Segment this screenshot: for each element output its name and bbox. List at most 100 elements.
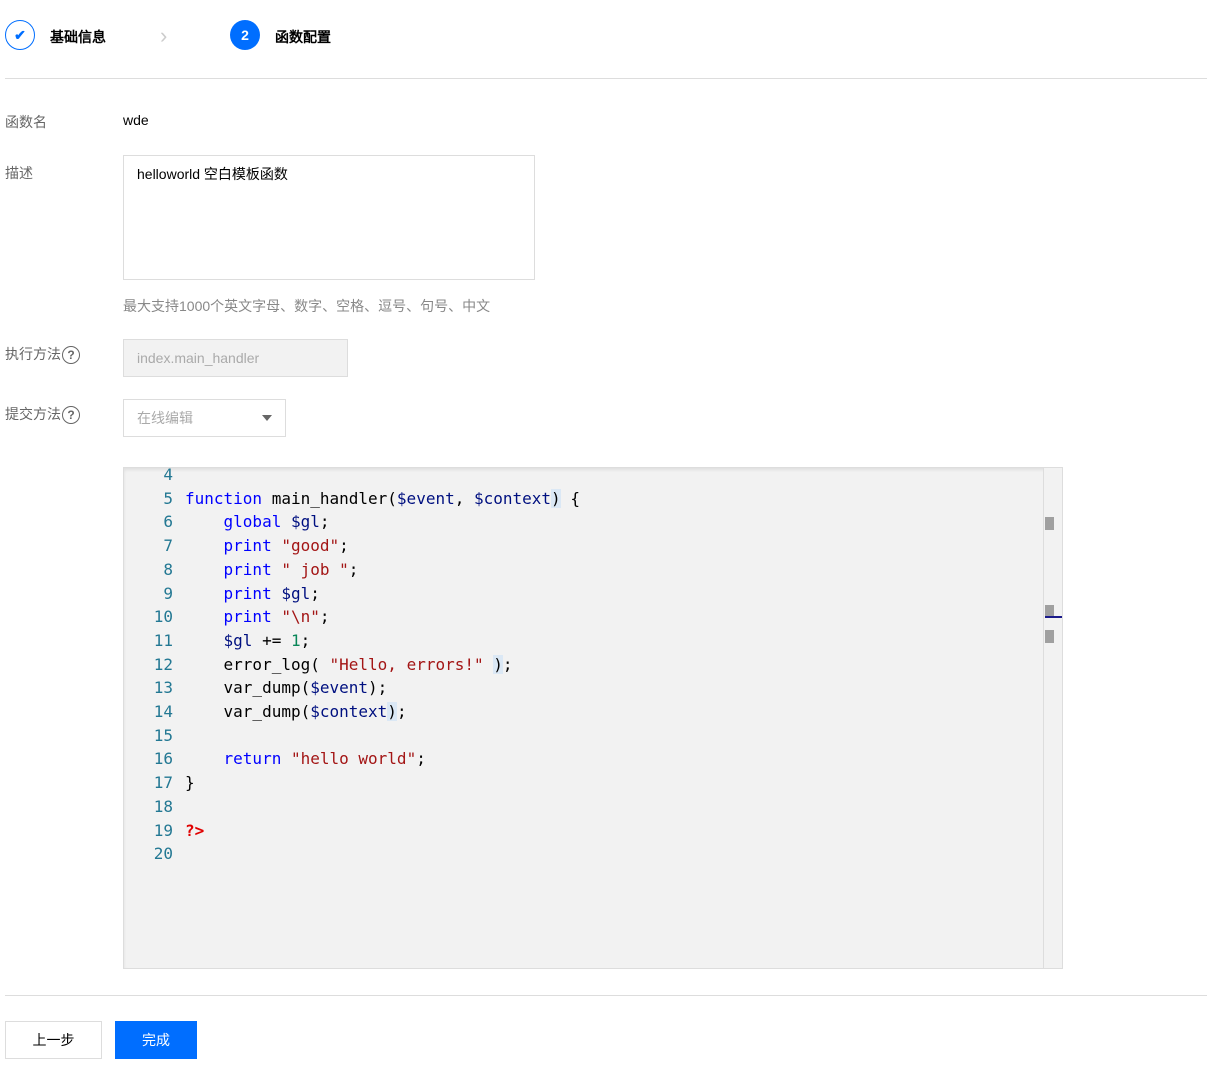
editor-scrollbar[interactable] [1043, 468, 1062, 968]
code-line[interactable]: 14 var_dump($context); [124, 700, 1062, 724]
description-hint: 最大支持1000个英文字母、数字、空格、逗号、句号、中文 [123, 298, 491, 314]
code-line[interactable]: 13 var_dump($event); [124, 676, 1062, 700]
code-line[interactable]: 12 error_log( "Hello, errors!" ); [124, 653, 1062, 677]
code-line[interactable]: 10 print "\n"; [124, 605, 1062, 629]
code-line[interactable]: 9 print $gl; [124, 582, 1062, 606]
description-textarea[interactable]: helloworld 空白模板函数 [123, 155, 535, 280]
line-content: print "\n"; [185, 605, 330, 629]
code-line[interactable]: 15 [124, 724, 1062, 748]
line-number: 12 [153, 654, 173, 674]
code-token: { [560, 488, 580, 508]
chevron-right-icon: › [160, 23, 168, 48]
code-token: return [223, 749, 282, 769]
line-number: 19 [153, 820, 173, 840]
submit-method-select[interactable]: 在线编辑 [123, 399, 286, 437]
code-token: var_dump( [185, 678, 311, 698]
code-line[interactable]: 7 print "good"; [124, 534, 1062, 558]
code-token: $event [396, 488, 455, 508]
caret-down-icon [262, 415, 272, 421]
line-content: } [185, 771, 195, 795]
help-icon[interactable]: ? [62, 346, 80, 365]
code-token: } [185, 773, 195, 793]
code-line[interactable]: 8 print " job "; [124, 558, 1062, 582]
code-line[interactable]: 6 global $gl; [124, 510, 1062, 534]
line-content: print "good"; [185, 534, 349, 558]
code-editor[interactable]: 4 5 function main_handler($event, $context… [123, 467, 1063, 969]
code-line[interactable]: 11 $gl += 1; [124, 629, 1062, 653]
line-number: 11 [153, 630, 173, 650]
code-token: error_log( [185, 654, 330, 674]
code-line[interactable]: 17} [124, 771, 1062, 795]
line-number: 18 [153, 796, 173, 816]
code-token: $gl [281, 583, 311, 603]
code-token: ; [319, 607, 330, 627]
finish-button[interactable]: 完成 [115, 1021, 197, 1059]
code-token: ; [310, 583, 320, 603]
code-line[interactable]: 18 [124, 795, 1062, 819]
line-content: return "hello world"; [185, 747, 426, 771]
code-token: += [252, 630, 291, 650]
code-token: ; [300, 630, 311, 650]
line-number: 17 [153, 773, 173, 793]
code-token: ; [339, 536, 349, 556]
line-number: 10 [153, 607, 173, 627]
code-token: ; [416, 749, 426, 769]
previous-step-button[interactable]: 上一步 [5, 1021, 102, 1059]
function-name-value: wde [123, 112, 149, 128]
handler-input[interactable]: index.main_handler [123, 339, 348, 377]
line-content: print " job "; [185, 558, 359, 582]
code-line[interactable]: 5 function main_handler($event, $context)… [124, 487, 1062, 511]
line-content: var_dump($context); [185, 700, 407, 724]
code-token: $event [310, 678, 369, 698]
code-token: $context [473, 488, 552, 508]
line-number: 13 [153, 678, 173, 698]
line-content: ?> [185, 819, 204, 843]
code-line[interactable]: 16 return "hello world"; [124, 747, 1062, 771]
handler-label-text: 执行方法 [5, 346, 61, 362]
code-token: $gl [290, 512, 320, 532]
divider [5, 78, 1207, 79]
code-token: ?> [185, 820, 205, 840]
code-token: ) [551, 488, 561, 508]
code-token: , [454, 488, 474, 508]
divider [5, 995, 1207, 996]
code-token: 1 [290, 630, 301, 650]
code-token: ; [348, 559, 359, 579]
code-token: ) [387, 702, 397, 721]
help-icon[interactable]: ? [62, 406, 80, 425]
submit-method-value: 在线编辑 [137, 410, 193, 426]
line-number: 9 [163, 583, 173, 603]
code-token: ) [493, 654, 503, 674]
code-token: " job " [281, 559, 349, 579]
cursor-position-mark [1045, 616, 1062, 618]
line-number: 14 [153, 702, 173, 721]
code-line[interactable]: 20 [124, 842, 1062, 866]
overview-mark [1045, 517, 1054, 530]
line-number: 6 [163, 512, 173, 532]
code-token: global [223, 512, 282, 532]
code-line[interactable]: 19 ?> [124, 819, 1062, 843]
step-done-check-icon: ✔ [5, 20, 35, 50]
code-token: ; [396, 702, 407, 721]
line-content: function main_handler($event, $context) … [185, 487, 580, 511]
function-name-label: 函数名 [5, 114, 47, 130]
code-token: $gl [223, 630, 253, 650]
code-line[interactable]: 4 [124, 468, 1062, 487]
line-number: 7 [163, 536, 173, 556]
line-content: $gl += 1; [185, 629, 311, 653]
code-token: ; [502, 654, 513, 674]
line-content: global $gl; [185, 510, 330, 534]
code-token: var_dump( [185, 702, 311, 721]
description-label: 描述 [5, 165, 33, 181]
line-number: 20 [153, 844, 173, 864]
line-number: 15 [153, 725, 173, 745]
